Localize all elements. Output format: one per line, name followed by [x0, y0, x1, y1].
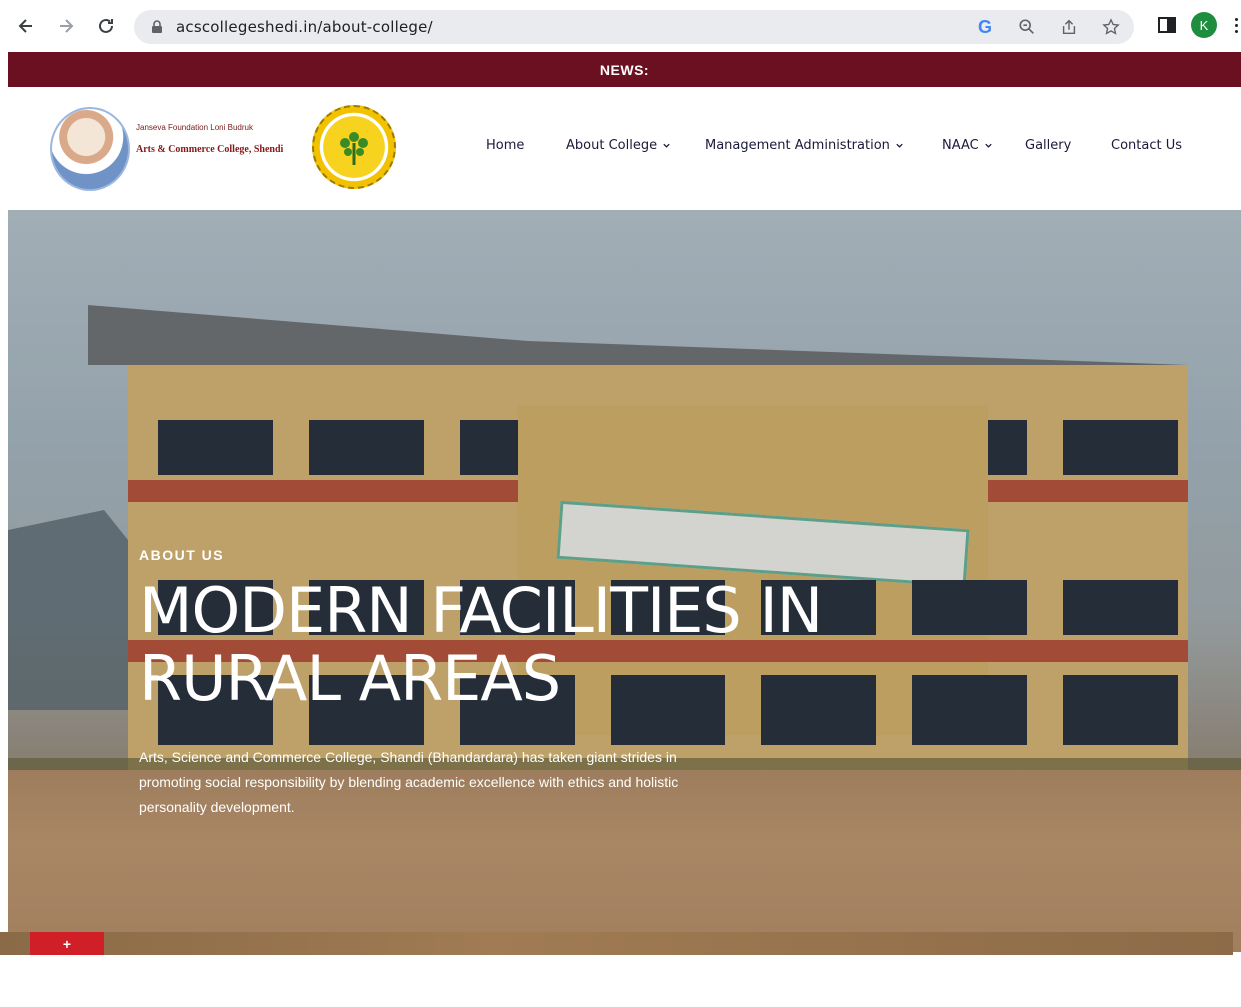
nav-contact-us-label: Contact Us: [1111, 137, 1182, 153]
news-label: NEWS:: [599, 61, 650, 78]
nav-home[interactable]: Home: [486, 130, 524, 160]
browser-menu-icon[interactable]: [1231, 12, 1241, 38]
site-header: Janseva Foundation Loni Budruk Arts & Co…: [8, 87, 1241, 210]
browser-toolbar: acscollegeshedi.in/about-college/ G K: [0, 0, 1241, 52]
chevron-down-icon: [663, 143, 670, 148]
profile-avatar[interactable]: K: [1191, 12, 1217, 38]
nav-about-college[interactable]: About College: [566, 130, 671, 160]
chevron-down-icon: [896, 143, 903, 148]
nav-naac-label: NAAC: [942, 137, 979, 153]
nav-gallery-label: Gallery: [1025, 137, 1072, 153]
hero-title-line2: RURAL AREAS: [139, 642, 561, 715]
hero-title-line1: MODERN FACILITIES IN: [139, 574, 823, 647]
reload-icon: [99, 18, 113, 33]
nav-management-administration[interactable]: Management Administration: [705, 130, 904, 160]
hero-eyebrow: ABOUT US: [139, 547, 225, 563]
arrow-left-icon: [18, 19, 32, 33]
address-bar[interactable]: acscollegeshedi.in/about-college/ G: [134, 10, 1134, 44]
back-button[interactable]: [12, 12, 40, 40]
nav-naac[interactable]: NAAC: [942, 130, 993, 160]
hero-banner: ABOUT US MODERN FACILITIES IN RURAL AREA…: [8, 210, 1241, 952]
side-panel-icon[interactable]: [1157, 15, 1177, 35]
nav-contact-us[interactable]: Contact Us: [1111, 130, 1182, 160]
news-bar: NEWS:: [8, 52, 1241, 87]
forward-button[interactable]: [52, 12, 80, 40]
plus-icon: +: [62, 936, 72, 952]
chevron-down-icon: [985, 143, 992, 148]
nav-home-label: Home: [486, 137, 525, 153]
web-page: NEWS: Janseva Foundation Loni Budruk Art…: [8, 52, 1241, 1007]
reload-button[interactable]: [92, 12, 120, 40]
google-lens-icon[interactable]: G: [974, 16, 996, 38]
hero-content: ABOUT US MODERN FACILITIES IN RURAL AREA…: [139, 547, 859, 820]
nav-gallery[interactable]: Gallery: [1025, 130, 1071, 160]
hero-title: MODERN FACILITIES IN RURAL AREAS: [139, 577, 859, 713]
nav-management-administration-label: Management Administration: [705, 137, 890, 153]
share-icon[interactable]: [1058, 16, 1080, 38]
url-text: acscollegeshedi.in/about-college/: [176, 18, 433, 36]
hero-description: Arts, Science and Commerce College, Shan…: [139, 749, 679, 815]
main-navigation: Home About College Management Administra…: [8, 130, 1241, 160]
arrow-right-icon: [60, 19, 74, 33]
nav-about-college-label: About College: [566, 137, 658, 153]
next-section-tab[interactable]: +: [30, 932, 104, 955]
bookmark-star-icon[interactable]: [1100, 16, 1122, 38]
next-section-image: [0, 932, 1233, 955]
lock-icon: [152, 20, 162, 33]
zoom-icon[interactable]: [1016, 16, 1038, 38]
